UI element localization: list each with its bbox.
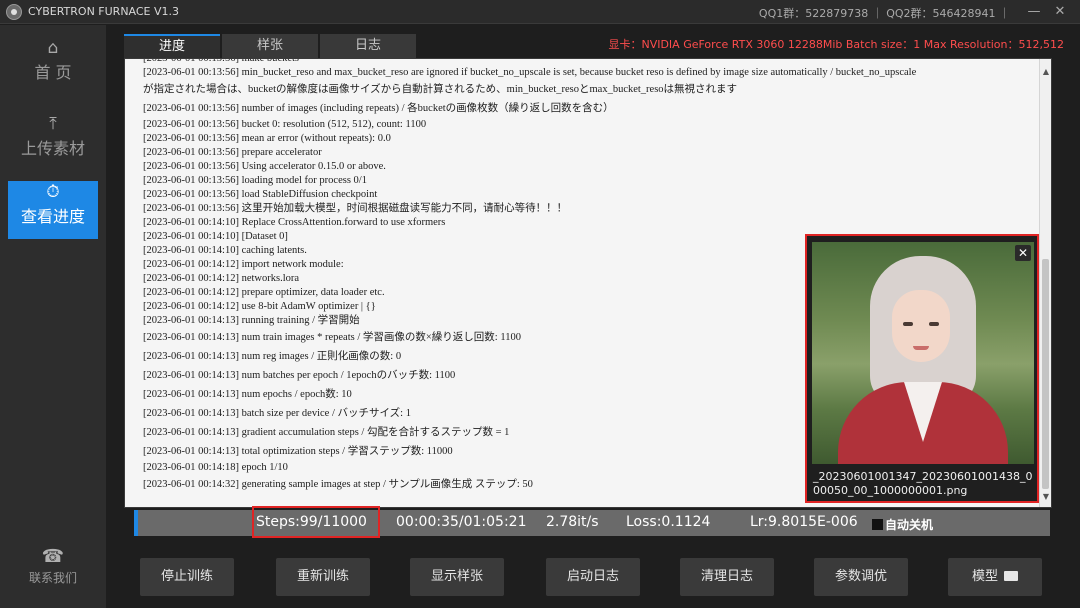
model-button[interactable]: 模型 (948, 558, 1042, 596)
log-line: [2023-06-01 00:13:56] number of images (… (143, 103, 614, 114)
log-line: [2023-06-01 00:13:56] min_bucket_reso an… (143, 67, 917, 78)
sample-image (812, 242, 1034, 464)
title-bar: CYBERTRON FURNACE V1.3 QQ1群：522879738 ｜ … (0, 0, 1080, 24)
restart-training-button[interactable]: 重新训练 (276, 558, 370, 596)
gpu-info: 显卡：NVIDIA GeForce RTX 3060 12288Mib Batc… (608, 38, 1064, 51)
log-line: [2023-06-01 00:13:56] make buckets (143, 58, 300, 64)
learning-rate: Lr:9.8015E-006 (750, 514, 858, 530)
sidebar-item-label: 首 页 (34, 63, 72, 82)
tune-params-button[interactable]: 参数调优 (814, 558, 908, 596)
auto-shutdown-label: 自动关机 (885, 518, 934, 532)
scroll-thumb[interactable] (1042, 259, 1049, 489)
log-line: [2023-06-01 00:13:56] mean ar error (wit… (143, 133, 391, 144)
log-line: が指定された場合は、bucketの解像度は画像サイズから自動計算されるため、mi… (143, 84, 738, 95)
app-title: CYBERTRON FURNACE V1.3 (28, 5, 180, 18)
checkbox-icon[interactable] (872, 519, 883, 530)
clear-log-button[interactable]: 清理日志 (680, 558, 774, 596)
folder-icon (1004, 571, 1018, 581)
sidebar-item-label: 上传素材 (20, 139, 85, 158)
log-line: [2023-06-01 00:13:56] bucket 0: resoluti… (143, 119, 427, 130)
phone-icon: ☎ (41, 546, 65, 567)
qq-groups-text: QQ1群：522879738 ｜ QQ2群：546428941 ｜ (758, 7, 1010, 20)
show-samples-button[interactable]: 显示样张 (410, 558, 504, 596)
contact-label: 联系我们 (28, 571, 77, 585)
auto-shutdown-checkbox[interactable]: 自动关机 (872, 516, 933, 533)
log-line: [2023-06-01 00:13:56] loading model for … (143, 175, 367, 186)
app-logo-icon (6, 4, 22, 20)
sidebar: ⌂ 首 页 ⤒ 上传素材 ⏱ 查看进度 ☎ 联系我们 (0, 25, 106, 608)
log-scrollbar[interactable]: ▲ ▼ (1039, 59, 1051, 507)
start-log-button[interactable]: 启动日志 (546, 558, 640, 596)
close-window-button[interactable]: ✕ (1050, 2, 1070, 22)
sidebar-item-label: 查看进度 (20, 207, 85, 226)
scroll-up-icon[interactable]: ▲ (1043, 67, 1049, 76)
tab-progress[interactable]: 进度 (124, 34, 220, 58)
log-line: [2023-06-01 00:13:56] 这里开始加载大模型，时间根据磁盘读写… (143, 203, 568, 214)
timer-icon: ⏱ (46, 182, 60, 202)
home-icon: ⌂ (47, 38, 59, 58)
stop-training-button[interactable]: 停止训练 (140, 558, 234, 596)
log-line: [2023-06-01 00:14:10] Replace CrossAtten… (143, 217, 446, 228)
sidebar-item-progress[interactable]: ⏱ 查看进度 (8, 181, 98, 239)
minimize-button[interactable]: — (1024, 2, 1044, 22)
log-line: [2023-06-01 00:13:56] Using accelerator … (143, 161, 386, 172)
sidebar-item-upload[interactable]: ⤒ 上传素材 (8, 113, 98, 171)
training-status-bar: Steps:99/11000 00:00:35/01:05:21 2.78it/… (134, 506, 1050, 538)
close-preview-button[interactable]: ✕ (1015, 245, 1031, 261)
contact-us-button[interactable]: ☎ 联系我们 (8, 545, 98, 595)
log-line: [2023-06-01 00:13:56] prepare accelerato… (143, 147, 322, 158)
elapsed-time: 00:00:35/01:05:21 (396, 514, 527, 530)
scroll-down-icon[interactable]: ▼ (1043, 492, 1049, 501)
sample-preview: ✕ _20230601001347_20230601001438_000050_… (805, 234, 1039, 503)
tab-samples[interactable]: 样张 (222, 34, 318, 58)
iteration-speed: 2.78it/s (546, 514, 599, 530)
model-button-label: 模型 (971, 569, 998, 584)
tab-logs[interactable]: 日志 (320, 34, 416, 58)
sample-filename: _20230601001347_20230601001438_000050_00… (813, 470, 1033, 497)
steps-counter: Steps:99/11000 (256, 514, 367, 530)
loss-value: Loss:0.1124 (626, 514, 711, 530)
log-line: [2023-06-01 00:13:56] load StableDiffusi… (143, 189, 378, 200)
upload-icon: ⤒ (49, 114, 57, 134)
sidebar-item-home[interactable]: ⌂ 首 页 (8, 37, 98, 95)
